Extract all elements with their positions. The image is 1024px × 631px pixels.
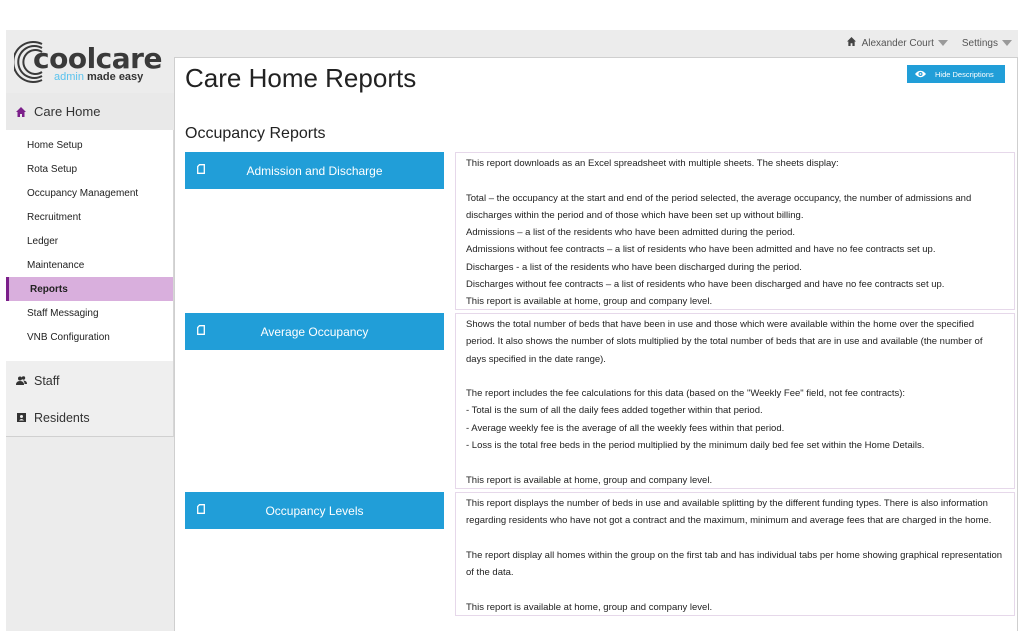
section-title: Occupancy Reports <box>185 125 326 142</box>
description-line: This report is available at home, group … <box>466 296 713 308</box>
description-line: - Average weekly fee is the average of a… <box>466 422 785 434</box>
sidebar-item-maintenance[interactable]: Maintenance <box>6 253 173 277</box>
description-line: The report includes the fee calculations… <box>466 388 906 400</box>
document-icon <box>197 164 205 174</box>
description-line <box>466 530 1004 547</box>
document-icon <box>197 325 205 335</box>
app-shell: coolcare admin made easy Care Home Home … <box>6 30 1018 631</box>
sidebar-item-recruitment[interactable]: Recruitment <box>6 205 173 229</box>
description-line <box>466 454 1004 471</box>
sidebar-section-label: Residents <box>34 410 90 425</box>
page-title: Care Home Reports <box>185 63 417 93</box>
logo-tagline-accent: admin <box>54 71 84 83</box>
sidebar-item-staff-messaging[interactable]: Staff Messaging <box>6 301 173 325</box>
home-icon <box>14 106 28 117</box>
description-line: - Total is the sum of all the daily fees… <box>466 405 763 417</box>
description-line: The report display all homes within the … <box>466 549 1003 579</box>
sidebar-section-label: Staff <box>34 373 60 388</box>
top-bar: Alexander Court Settings <box>174 30 1018 56</box>
report-button-average-occupancy[interactable]: Average Occupancy <box>185 313 444 350</box>
description-line <box>466 172 1004 189</box>
description-line: Discharges - a list of the residents who… <box>466 261 802 273</box>
description-line: This report displays the number of beds … <box>466 498 992 527</box>
report-button-occupancy-levels[interactable]: Occupancy Levels <box>185 492 444 529</box>
description-line: Discharges without fee contracts – a lis… <box>466 279 945 291</box>
sidebar-section-label: Care Home <box>34 104 101 119</box>
description-line: This report is available at home, group … <box>466 601 713 613</box>
sidebar-section-residents[interactable]: Residents <box>6 399 173 436</box>
description-line: This report is available at home, group … <box>466 474 713 486</box>
chevron-down-icon <box>937 40 948 46</box>
sidebar-item-ledger[interactable]: Ledger <box>6 229 173 253</box>
logo-tagline-rest: made easy <box>83 71 144 83</box>
sidebar-item-reports[interactable]: Reports <box>6 277 173 301</box>
chevron-down-icon <box>1002 40 1012 46</box>
sidebar-section-care-home[interactable]: Care Home <box>6 93 174 130</box>
settings-label: Settings <box>961 37 998 49</box>
description-line <box>466 368 1004 385</box>
sidebar-section-staff[interactable]: Staff <box>6 362 173 399</box>
report-description: This report displays the number of beds … <box>455 492 1015 616</box>
sidebar-item-vnb-configuration[interactable]: VNB Configuration <box>6 325 173 349</box>
description-line: - Loss is the total free beds in the per… <box>466 440 925 452</box>
hide-descriptions-label: Hide Descriptions <box>935 69 994 79</box>
sidebar-item-home-setup[interactable]: Home Setup <box>6 133 173 157</box>
eye-icon <box>915 70 926 78</box>
sidebar-lower-group: Staff Residents <box>6 361 174 437</box>
home-selector-label: Alexander Court <box>861 37 934 49</box>
contact-card-icon <box>14 413 28 422</box>
description-line: Total – the occupancy at the start and e… <box>466 192 972 221</box>
report-description: Shows the total number of beds that have… <box>455 313 1015 489</box>
report-button-admission-and-discharge[interactable]: Admission and Discharge <box>185 152 444 189</box>
home-selector-dropdown[interactable]: Alexander Court <box>846 37 948 49</box>
description-line: Shows the total number of beds that have… <box>466 319 983 365</box>
report-button-label: Average Occupancy <box>260 324 369 339</box>
home-icon <box>846 37 856 49</box>
description-line: This report downloads as an Excel spread… <box>466 158 839 169</box>
coolcare-logo[interactable]: coolcare admin made easy <box>6 30 174 93</box>
sidebar-item-rota-setup[interactable]: Rota Setup <box>6 157 173 181</box>
description-line <box>466 581 1004 598</box>
hide-descriptions-button[interactable]: Hide Descriptions <box>907 65 1005 83</box>
description-line: Admissions – a list of the residents who… <box>466 227 795 239</box>
logo-tagline: admin made easy <box>54 71 143 83</box>
main-panel: Care Home Reports Hide Descriptions Occu… <box>174 57 1018 631</box>
report-button-label: Admission and Discharge <box>246 163 383 178</box>
document-icon <box>197 504 205 514</box>
users-icon <box>14 376 28 385</box>
report-description: This report downloads as an Excel spread… <box>455 152 1015 310</box>
care-home-subnav: Home Setup Rota Setup Occupancy Manageme… <box>6 130 174 361</box>
description-line: Admissions without fee contracts – a lis… <box>466 244 936 256</box>
sidebar-item-occupancy-management[interactable]: Occupancy Management <box>6 181 173 205</box>
report-button-label: Occupancy Levels <box>265 503 364 518</box>
sidebar: coolcare admin made easy Care Home Home … <box>6 30 174 437</box>
settings-dropdown[interactable]: Settings <box>962 38 1012 49</box>
